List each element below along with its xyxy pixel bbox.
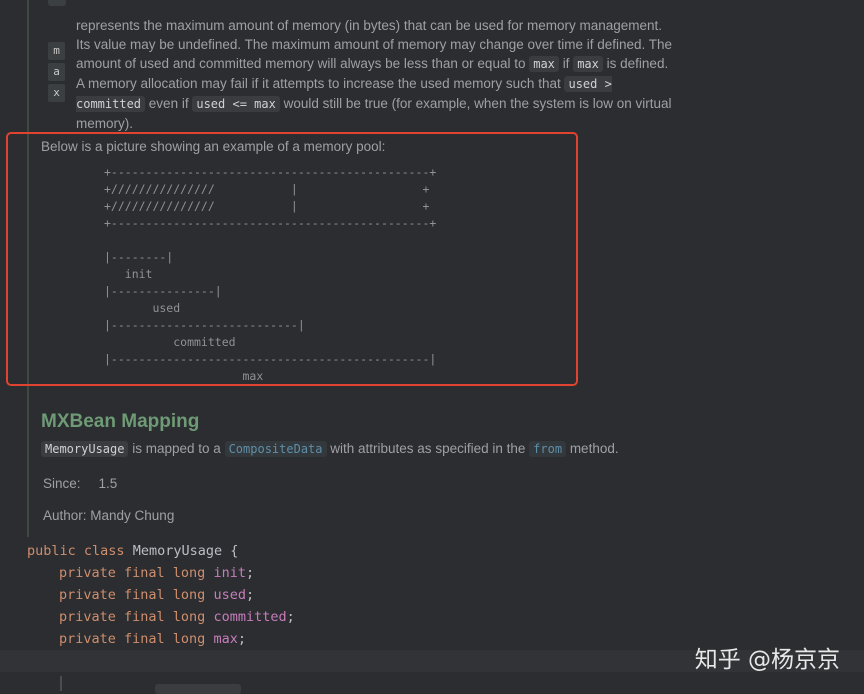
code-line-field-used[interactable]: private final long used;: [59, 584, 254, 606]
field-modifiers: private final long: [59, 631, 206, 647]
code-memoryusage: MemoryUsage: [41, 441, 129, 457]
link-compositedata[interactable]: CompositeData: [224, 441, 327, 457]
since-value: 1.5: [98, 476, 118, 491]
memory-pool-intro: Below is a picture showing an example of…: [41, 139, 386, 154]
bottom-doc-border: [60, 676, 62, 691]
code-line-class-decl[interactable]: public class MemoryUsage {: [27, 540, 238, 562]
mapping-text: MemoryUsage is mapped to a CompositeData…: [41, 441, 619, 457]
memory-pool-diagram: +---------------------------------------…: [104, 165, 437, 383]
keyword-public-class: public class: [27, 543, 125, 559]
brace-open: {: [230, 543, 239, 559]
field-name-max: max: [213, 631, 238, 647]
field-modifiers: private final long: [59, 565, 206, 581]
field-modifiers: private final long: [59, 587, 206, 603]
code-line-field-init[interactable]: private final long init;: [59, 562, 254, 584]
mapping-text-2: with attributes as specified in the: [330, 441, 526, 456]
gutter-letter-a: a: [48, 63, 65, 81]
code-used-le-max: used <= max: [192, 96, 280, 112]
field-modifiers: private final long: [59, 609, 206, 625]
max-desc-text-2: if: [562, 56, 570, 71]
code-line-field-max[interactable]: private final long max;: [59, 628, 246, 650]
mapping-text-1: is mapped to a: [132, 441, 221, 456]
field-name-init: init: [213, 565, 246, 581]
gutter-letter-x: x: [48, 84, 65, 102]
code-line-field-committed[interactable]: private final long committed;: [59, 606, 295, 628]
bottom-code-chip: [155, 684, 241, 694]
code-max-2: max: [573, 56, 603, 72]
since-row: Since: 1.5: [43, 476, 117, 491]
gutter-letter-m: m: [48, 42, 65, 60]
author-row: Author: Mandy Chung: [43, 508, 175, 523]
mapping-text-3: method.: [569, 441, 619, 456]
gutter-tab: [48, 0, 66, 6]
section-heading: MXBean Mapping: [41, 411, 200, 432]
code-max: max: [529, 56, 559, 72]
class-name: MemoryUsage: [132, 543, 223, 559]
max-description: represents the maximum amount of memory …: [76, 16, 676, 133]
link-from[interactable]: from: [529, 441, 567, 457]
watermark: 知乎 @杨京京: [694, 647, 840, 673]
field-name-used: used: [213, 587, 246, 603]
since-label: Since:: [43, 476, 81, 491]
max-desc-text-4: even if: [148, 96, 189, 111]
field-name-committed: committed: [213, 609, 287, 625]
